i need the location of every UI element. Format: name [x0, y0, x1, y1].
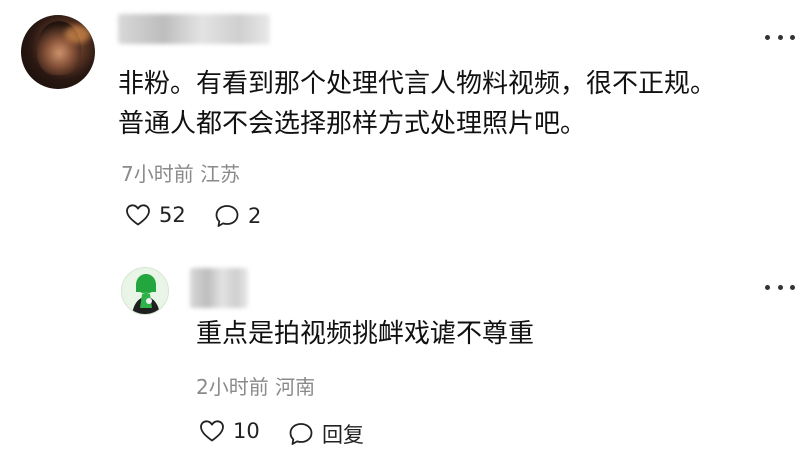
replier-username-blurred[interactable]: [190, 268, 248, 308]
comment-meta-time-location: 7小时前 江苏: [121, 162, 241, 186]
heart-outline-icon: [200, 420, 224, 442]
commenter-avatar[interactable]: [21, 15, 95, 89]
reply-meta-time-location: 2小时前 河南: [196, 375, 316, 399]
comment-like-button[interactable]: 52: [125, 203, 186, 227]
more-options-icon[interactable]: [765, 32, 795, 42]
commenter-username-blurred[interactable]: [118, 14, 270, 44]
avatar-figure: [132, 274, 160, 314]
comment-text: 非粉。有看到那个处理代言人物料视频，很不正规。 普通人都不会选择那样方式处理照片…: [118, 69, 717, 139]
reply-like-button[interactable]: 10: [199, 419, 260, 443]
reply-like-count: 10: [233, 419, 260, 443]
reply-button-label: 回复: [322, 423, 364, 447]
reply-reply-button[interactable]: 回复: [288, 419, 364, 449]
comment-replies-button[interactable]: 2: [214, 203, 261, 229]
reply-more-options-icon[interactable]: [765, 282, 795, 292]
reply-text: 重点是拍视频挑衅戏谑不尊重: [196, 319, 535, 349]
heart-outline-icon: [126, 204, 150, 226]
comment-reply-count: 2: [248, 204, 262, 228]
speech-bubble-icon: [215, 205, 239, 227]
speech-bubble-icon: [289, 423, 313, 445]
replier-avatar[interactable]: [121, 267, 169, 315]
comment-like-count: 52: [159, 203, 186, 227]
